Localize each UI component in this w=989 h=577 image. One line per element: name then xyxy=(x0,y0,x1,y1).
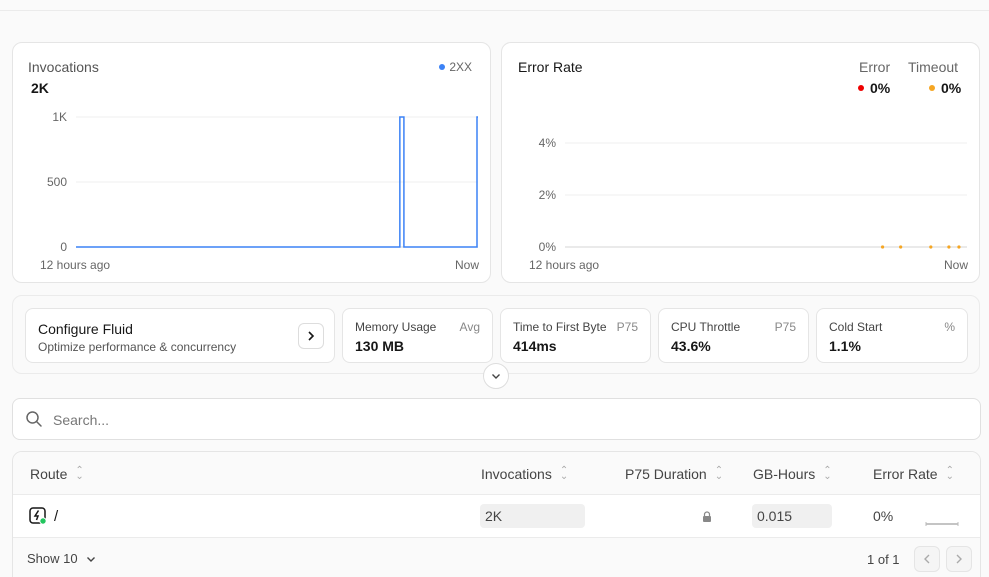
y-tick-0: 0 xyxy=(60,240,67,254)
column-label: GB-Hours xyxy=(753,466,816,482)
metric-label: Time to First Byte xyxy=(513,320,607,334)
configure-fluid-button[interactable] xyxy=(298,323,324,349)
sort-icon: ⌃ ⌄ xyxy=(714,465,724,482)
column-label: P75 Duration xyxy=(625,466,707,482)
configure-fluid-card[interactable]: Configure Fluid Optimize performance & c… xyxy=(25,308,335,363)
column-label: Invocations xyxy=(481,466,552,482)
function-icon xyxy=(29,507,47,525)
routes-table: Route ⌃ ⌄ Invocations ⌃ ⌄ P75 Duration ⌃ ⌄ … xyxy=(12,451,981,577)
search-icon xyxy=(26,411,42,427)
metric-qualifier: % xyxy=(944,320,955,334)
configure-fluid-subtitle: Optimize performance & concurrency xyxy=(38,340,237,354)
invocations-chart: 1K 500 0 12 hours ago Now xyxy=(40,110,479,272)
metric-value: 43.6% xyxy=(671,338,711,354)
metric-label: Cold Start xyxy=(829,320,883,334)
metric-qualifier: Avg xyxy=(459,320,480,334)
top-divider xyxy=(0,10,989,11)
column-label: Error Rate xyxy=(873,466,938,482)
y-tick-2pct: 2% xyxy=(539,188,557,202)
page-size-label: Show 10 xyxy=(27,551,78,566)
x-end-label: Now xyxy=(455,258,479,272)
configure-fluid-title: Configure Fluid xyxy=(38,321,133,337)
y-tick-1k: 1K xyxy=(52,110,67,124)
column-p75-duration[interactable]: P75 Duration ⌃ ⌄ xyxy=(625,465,724,483)
column-label: Route xyxy=(30,466,68,482)
column-invocations[interactable]: Invocations ⌃ ⌄ xyxy=(481,465,569,483)
table-row[interactable]: / 2K 0.015 0% xyxy=(13,495,980,538)
expand-metrics-button[interactable] xyxy=(483,363,509,389)
timeout-point xyxy=(929,245,933,249)
metric-cpu-throttle[interactable]: CPU Throttle P75 43.6% xyxy=(658,308,809,363)
page-indicator: 1 of 1 xyxy=(867,552,900,567)
x-start-label: 12 hours ago xyxy=(40,258,110,272)
metric-qualifier: P75 xyxy=(616,320,638,334)
metric-value: 1.1% xyxy=(829,338,861,354)
timeout-point xyxy=(899,245,903,249)
chevron-down-icon xyxy=(492,374,500,379)
timeout-point xyxy=(947,245,951,249)
table-footer: Show 10 1 of 1 xyxy=(13,538,980,577)
chevron-right-icon xyxy=(956,554,962,564)
metric-memory-usage[interactable]: Memory Usage Avg 130 MB xyxy=(342,308,493,363)
column-gb-hours[interactable]: GB-Hours ⌃ ⌄ xyxy=(753,465,832,483)
column-route[interactable]: Route ⌃ ⌄ xyxy=(30,465,84,483)
metric-label: Memory Usage xyxy=(355,320,437,334)
search-input[interactable] xyxy=(53,409,953,431)
metric-value: 414ms xyxy=(513,338,557,354)
sort-icon: ⌃ ⌄ xyxy=(823,465,832,482)
next-page-button[interactable] xyxy=(946,546,972,572)
metric-label: CPU Throttle xyxy=(671,320,741,334)
error-rate-cell: 0% xyxy=(873,508,894,524)
search-box xyxy=(12,398,981,440)
prev-page-button[interactable] xyxy=(914,546,940,572)
sort-icon: ⌃ ⌄ xyxy=(559,465,569,482)
table-header: Route ⌃ ⌄ Invocations ⌃ ⌄ P75 Duration ⌃ ⌄ … xyxy=(13,452,980,495)
x-start-label: 12 hours ago xyxy=(529,258,599,272)
lock-icon xyxy=(703,511,711,522)
invocations-card: Invocations 2K 2XX 1K 500 0 12 hours ago… xyxy=(12,42,491,283)
sort-icon: ⌃ ⌄ xyxy=(75,465,84,482)
invocations-cell: 2K xyxy=(480,504,585,528)
metric-value: 130 MB xyxy=(355,338,405,354)
chevron-left-icon xyxy=(924,554,930,564)
timeout-point xyxy=(880,245,885,249)
error-rate-card: Error Rate Error 0% Timeout 0% 4% 2% 0% … xyxy=(501,42,980,283)
metric-cold-start[interactable]: Cold Start % 1.1% xyxy=(816,308,968,363)
column-error-rate[interactable]: Error Rate ⌃ ⌄ xyxy=(873,465,954,483)
timeout-point xyxy=(957,245,961,249)
route-path[interactable]: / xyxy=(54,508,58,525)
error-rate-sparkline xyxy=(925,522,959,526)
metric-qualifier: P75 xyxy=(774,320,796,334)
metric-ttfb[interactable]: Time to First Byte P75 414ms xyxy=(500,308,651,363)
y-tick-500: 500 xyxy=(47,175,67,189)
x-end-label: Now xyxy=(944,258,968,272)
chevron-down-icon xyxy=(86,556,95,562)
chevron-right-icon xyxy=(308,331,315,341)
sort-icon: ⌃ ⌄ xyxy=(945,465,954,482)
page-size-select[interactable]: Show 10 xyxy=(27,551,96,566)
gb-hours-cell: 0.015 xyxy=(752,504,832,528)
error-rate-chart: 4% 2% 0% 12 hours ago Now xyxy=(529,136,968,272)
y-tick-0pct: 0% xyxy=(539,240,557,254)
y-tick-4pct: 4% xyxy=(539,136,557,150)
